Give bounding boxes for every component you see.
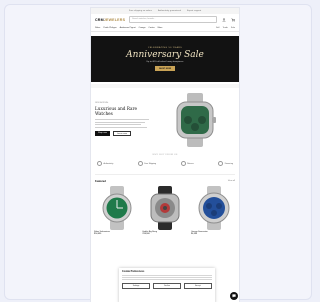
card-icon: [218, 161, 224, 166]
product-price: $14,950: [94, 232, 102, 235]
product-grid: Rolex Submariner $14,950 Hublot Big Bang…: [91, 183, 239, 235]
cookie-accept-button[interactable]: Accept: [184, 283, 212, 289]
watch-icon: [102, 185, 131, 230]
nav-item[interactable]: Audemars Piguet: [120, 27, 136, 29]
cookie-banner: Cookie Preferences Settings Decline Acce…: [119, 268, 215, 302]
nav-link-sell[interactable]: Sell: [216, 27, 219, 29]
usp-label: Authenticity: [103, 162, 114, 165]
feature-eyebrow: NEW ARRIVAL: [95, 102, 109, 104]
watch-icon: [150, 185, 180, 230]
featured-title: Featured: [95, 179, 106, 183]
feature-buttons: Shop now Learn more: [95, 130, 155, 137]
cookie-text-lines: [122, 274, 212, 281]
feature-text: NEW ARRIVAL Luxurious and Rare Watches S…: [95, 92, 155, 148]
return-icon: [180, 161, 186, 166]
product-price: $6,200: [191, 232, 198, 235]
feature-watch-image[interactable]: [155, 92, 235, 148]
nav-item[interactable]: Cartier: [148, 27, 154, 29]
shield-icon: [97, 161, 102, 166]
watch-icon: [198, 185, 229, 230]
search-input[interactable]: Search watches, brands...: [129, 16, 217, 23]
cart-icon[interactable]: [230, 17, 235, 22]
hero-shop-button[interactable]: SHOP NOW: [154, 66, 176, 71]
usp-item: Free Shipping: [137, 161, 157, 166]
nav-link-trade[interactable]: Trade: [222, 27, 227, 29]
nav-item[interactable]: Patek Philippe: [103, 27, 116, 29]
nav-item[interactable]: Omega: [139, 27, 146, 29]
usp-label: Free Shipping: [144, 162, 157, 165]
cookie-decline-button[interactable]: Decline: [153, 283, 181, 289]
truck-icon: [137, 161, 143, 166]
promo-item: Free shipping on orders: [128, 10, 152, 12]
cookie-title: Cookie Preferences: [122, 270, 145, 273]
feature-secondary-button[interactable]: Learn more: [112, 130, 132, 137]
nav-link-sale[interactable]: Sale: [231, 27, 235, 29]
cookie-buttons: Settings Decline Accept: [122, 283, 212, 289]
cookie-settings-button[interactable]: Settings: [122, 283, 150, 289]
product-card[interactable]: Hublot Big Bang $18,500: [142, 185, 188, 235]
usp-item: Financing: [218, 161, 233, 166]
usp-item: Authenticity: [97, 161, 113, 166]
promo-item: Expert support: [186, 10, 202, 12]
site-logo[interactable]: CRMJEWELERS: [95, 18, 125, 22]
watch-icon: [176, 93, 216, 147]
site-header: CRMJEWELERS Search watches, brands...: [91, 14, 239, 25]
hero-banner[interactable]: CELEBRATING 50 YEARS Anniversary Sale Up…: [91, 36, 239, 82]
hero-subtitle: Up to 40% off select luxury timepieces: [146, 61, 184, 63]
user-icon[interactable]: [221, 17, 226, 22]
nav-item[interactable]: Rolex: [95, 27, 100, 29]
usp-heading: WHY BUY FROM US: [152, 154, 178, 156]
hero-eyebrow: CELEBRATING 50 YEARS: [147, 47, 183, 49]
logo-accent: JEWELERS: [103, 17, 126, 22]
promo-item: Authenticity guaranteed: [157, 10, 181, 12]
usp-item: Returns: [180, 161, 194, 166]
logo-main: CRM: [95, 17, 104, 22]
feature-primary-button[interactable]: Shop now: [95, 130, 110, 137]
main-nav: Rolex Patek Philippe Audemars Piguet Ome…: [91, 25, 239, 32]
webpage: Free shipping on orders Authenticity gua…: [91, 8, 239, 302]
product-card[interactable]: Rolex Submariner $14,950: [94, 185, 139, 235]
product-card[interactable]: Omega Seamaster $6,200: [191, 185, 236, 235]
feature-section: NEW ARRIVAL Luxurious and Rare Watches S…: [91, 88, 239, 148]
usp-row: Authenticity Free Shipping Returns Finan…: [91, 158, 239, 169]
product-price: $18,500: [142, 232, 150, 235]
nav-item[interactable]: More: [158, 27, 163, 29]
usp-label: Financing: [224, 162, 233, 165]
feature-body-lines: [95, 119, 155, 128]
section-divider: [95, 174, 235, 175]
usp-label: Returns: [187, 162, 194, 165]
feature-title: Luxurious and Rare Watches: [95, 106, 138, 117]
chat-button[interactable]: [230, 292, 238, 300]
hero-title: Anniversary Sale: [126, 50, 204, 60]
view-all-link[interactable]: View all: [228, 180, 235, 183]
chat-icon: [232, 294, 236, 298]
